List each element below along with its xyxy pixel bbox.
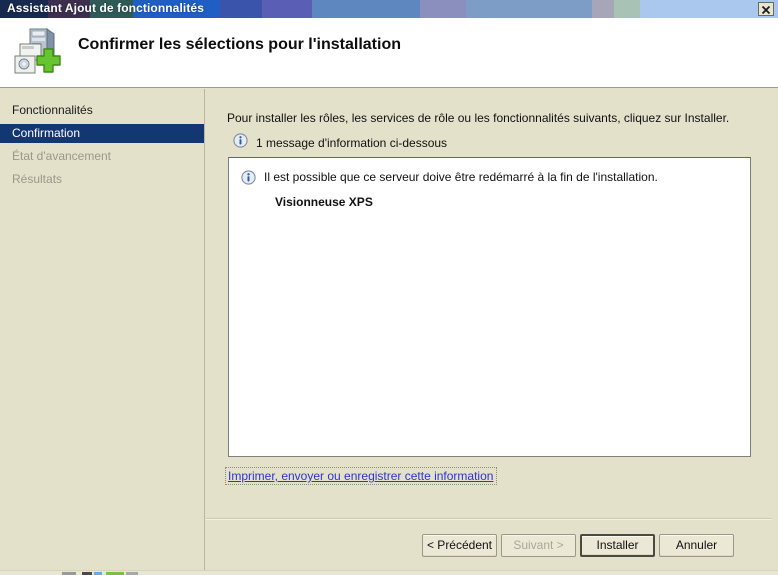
add-features-wizard-window: Assistant Ajout de fonctionnalités Confi… <box>0 0 778 575</box>
footer-divider <box>206 518 772 520</box>
wizard-main-pane: Pour installer les rôles, les services d… <box>206 89 778 575</box>
print-email-save-link[interactable]: Imprimer, envoyer ou enregistrer cette i… <box>224 467 498 485</box>
wizard-button-bar: < Précédent Suivant > Installer Annuler <box>422 534 734 557</box>
info-icon <box>241 170 256 190</box>
info-icon <box>233 133 248 153</box>
wizard-header: Confirmer les sélections pour l'installa… <box>0 18 778 88</box>
info-summary-row: 1 message d'information ci-dessous <box>233 133 447 153</box>
instruction-text: Pour installer les rôles, les services d… <box>227 111 730 125</box>
title-bar-band <box>614 0 640 18</box>
next-button: Suivant > <box>501 534 576 557</box>
sidebar-nav-list: Fonctionnalités Confirmation État d'avan… <box>0 89 204 189</box>
page-title: Confirmer les sélections pour l'installa… <box>78 36 401 53</box>
title-bar: Assistant Ajout de fonctionnalités <box>0 0 778 18</box>
title-bar-band <box>262 0 312 18</box>
title-bar-band <box>592 0 614 18</box>
selected-feature-name: Visionneuse XPS <box>275 195 373 209</box>
previous-button[interactable]: < Précédent <box>422 534 497 557</box>
wizard-sidebar: Fonctionnalités Confirmation État d'avan… <box>0 89 205 575</box>
title-bar-band <box>420 0 466 18</box>
restart-warning-row: Il est possible que ce serveur doive êtr… <box>241 170 658 190</box>
title-bar-band <box>466 0 592 18</box>
sidebar-item-confirmation[interactable]: Confirmation <box>0 124 204 143</box>
install-button[interactable]: Installer <box>580 534 655 557</box>
sidebar-item-progress: État d'avancement <box>12 149 112 163</box>
info-summary-text: 1 message d'information ci-dessous <box>256 136 448 150</box>
close-icon[interactable] <box>758 2 774 16</box>
confirmation-content-box: Il est possible que ce serveur doive êtr… <box>228 157 751 457</box>
cancel-button[interactable]: Annuler <box>659 534 734 557</box>
sidebar-item-features[interactable]: Fonctionnalités <box>0 101 204 120</box>
title-bar-band <box>220 0 262 18</box>
title-bar-band <box>312 0 420 18</box>
window-title: Assistant Ajout de fonctionnalités <box>7 1 204 15</box>
restart-warning-text: Il est possible que ce serveur doive êtr… <box>264 170 658 184</box>
sidebar-item-results: Résultats <box>12 172 63 186</box>
background-window-sliver <box>0 570 778 575</box>
server-add-icon <box>10 26 64 78</box>
